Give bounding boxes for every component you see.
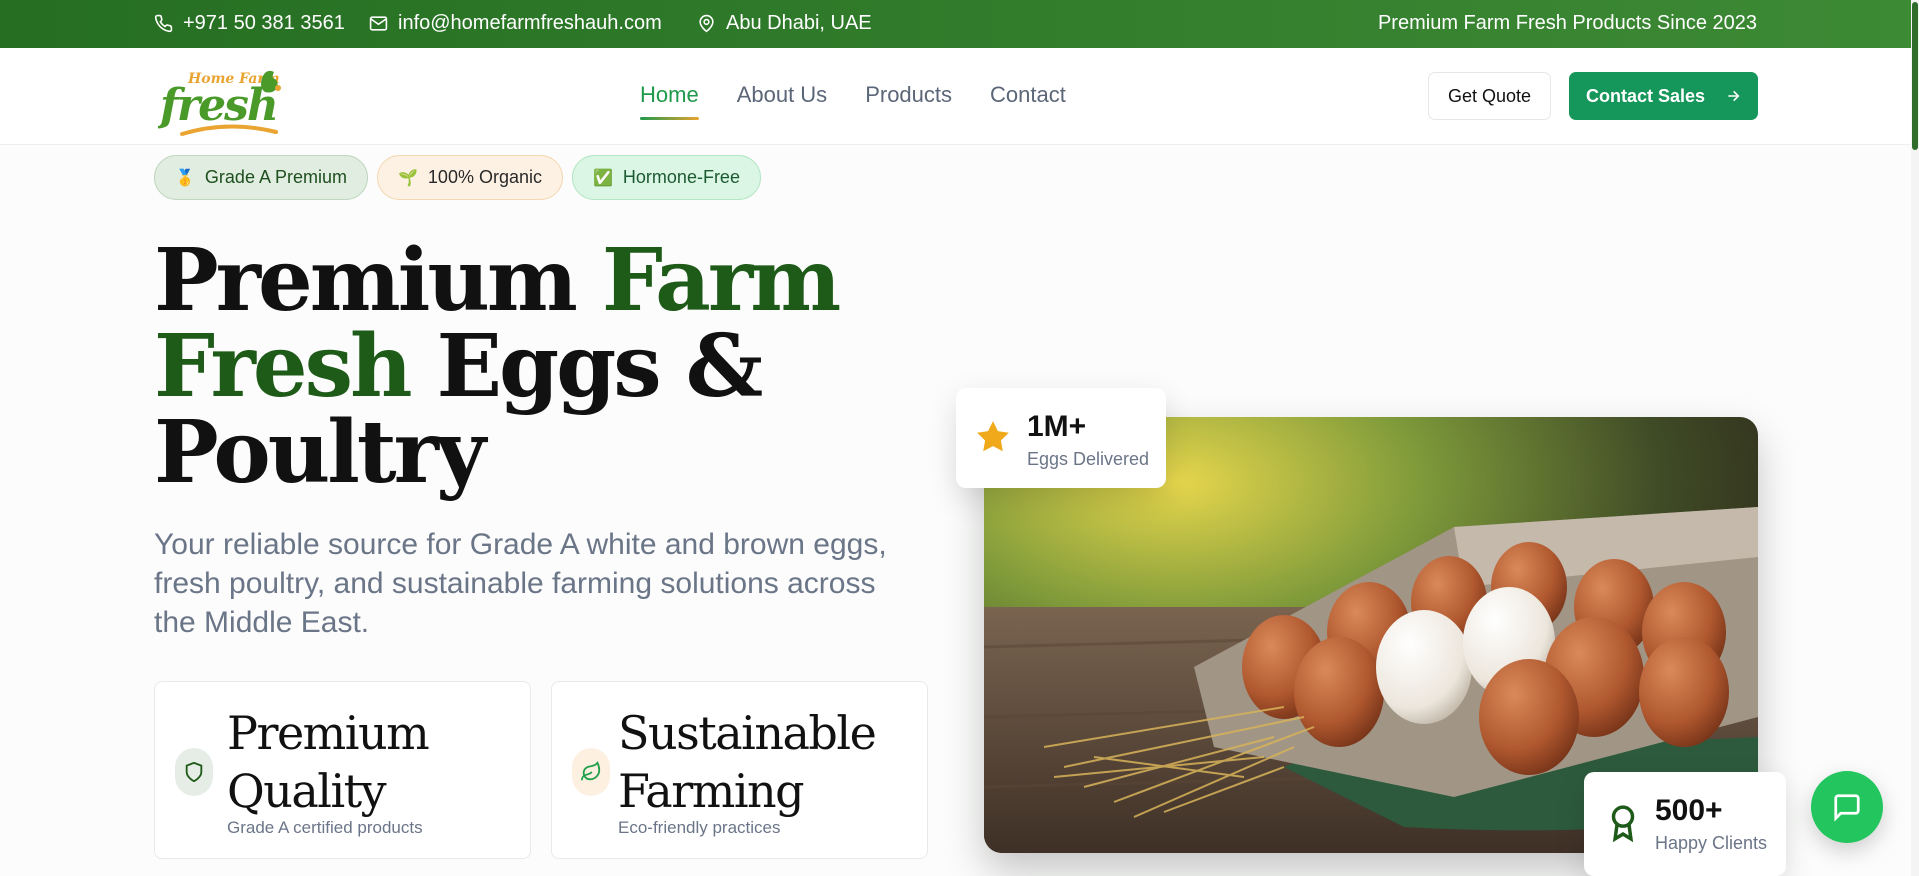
location-text: Abu Dhabi, UAE: [726, 12, 872, 34]
mail-icon: [369, 16, 388, 31]
badge-grade-a: 🥇 Grade A Premium: [154, 155, 368, 200]
hero-title-part: Poultry: [154, 402, 486, 503]
brand-logo[interactable]: Home Farm fresh: [158, 58, 298, 140]
star-icon: [977, 421, 1009, 452]
scrollbar-thumb[interactable]: [1912, 2, 1918, 150]
arrow-right-icon: [1728, 90, 1740, 102]
contact-sales-button[interactable]: Contact Sales: [1569, 72, 1758, 120]
stat-label: Eggs Delivered: [1027, 449, 1150, 469]
top-contact-bar: +971 50 381 3561 info@homefarmfreshauh.c…: [0, 0, 1919, 48]
chat-button[interactable]: [1811, 771, 1883, 843]
stat-label: Happy Clients: [1655, 833, 1768, 853]
topbar-tagline: Premium Farm Fresh Products Since 2023: [1377, 12, 1757, 34]
feature-title: Sustainable Farming: [618, 704, 877, 820]
feature-title-line: Sustainable: [618, 706, 877, 760]
feature-subtitle: Eco-friendly practices: [618, 818, 781, 837]
stat-value: 500+: [1655, 794, 1723, 827]
feature-subtitle: Grade A certified products: [227, 818, 423, 837]
feature-title-line: Premium: [227, 706, 430, 760]
phone-contact[interactable]: +971 50 381 3561: [154, 12, 345, 35]
leaf-icon: [572, 748, 610, 796]
seedling-icon: 🌱: [398, 169, 418, 187]
phone-icon: [154, 14, 173, 33]
stat-value: 1M+: [1027, 410, 1087, 443]
stat-card-eggs-delivered: 1M+ Eggs Delivered: [956, 388, 1166, 488]
check-box-icon: ✅: [593, 169, 613, 187]
phone-number: +971 50 381 3561: [183, 12, 345, 34]
nav-link-about[interactable]: About Us: [737, 82, 828, 108]
nav-links: Home About Us Products Contact: [640, 82, 1066, 120]
email-address: info@homefarmfreshauh.com: [398, 12, 662, 34]
hero-subtitle: Your reliable source for Grade A white a…: [154, 528, 887, 639]
stat-card-happy-clients: 500+ Happy Clients: [1584, 772, 1786, 876]
feature-card-quality: Premium Quality Grade A certified produc…: [154, 681, 531, 859]
badge-organic: 🌱 100% Organic: [377, 155, 563, 200]
contact-sales-label: Contact Sales: [1585, 85, 1706, 106]
main-navbar: Home Farm fresh Home About Us Products C…: [0, 48, 1919, 145]
nav-link-home[interactable]: Home: [640, 82, 699, 120]
svg-text:fresh: fresh: [158, 80, 277, 131]
feature-title: Premium Quality: [227, 704, 430, 820]
nav-link-contact[interactable]: Contact: [990, 82, 1066, 108]
nav-link-products[interactable]: Products: [865, 82, 952, 108]
feature-card-sustainable: Sustainable Farming Eco-friendly practic…: [551, 681, 928, 859]
get-quote-button[interactable]: Get Quote: [1428, 72, 1551, 120]
medal-icon: 🥇: [175, 169, 195, 187]
email-contact[interactable]: info@homefarmfreshauh.com: [369, 12, 662, 35]
badge-label: Grade A Premium: [204, 167, 347, 187]
hero-title: Premium Farm Fresh Eggs & Poultry: [154, 238, 841, 496]
chat-bubble-icon: [1834, 794, 1860, 822]
badge-label: Hormone-Free: [622, 167, 740, 187]
badge-label: 100% Organic: [427, 167, 542, 187]
map-pin-icon: [699, 14, 714, 33]
award-icon: [1611, 805, 1635, 842]
shield-icon: [175, 748, 213, 796]
location-info: Abu Dhabi, UAE: [697, 12, 872, 35]
scrollbar[interactable]: [1911, 0, 1919, 876]
feature-title-line: Farming: [618, 764, 805, 818]
badge-hormone-free: ✅ Hormone-Free: [572, 155, 761, 200]
feature-title-line: Quality: [227, 764, 387, 818]
